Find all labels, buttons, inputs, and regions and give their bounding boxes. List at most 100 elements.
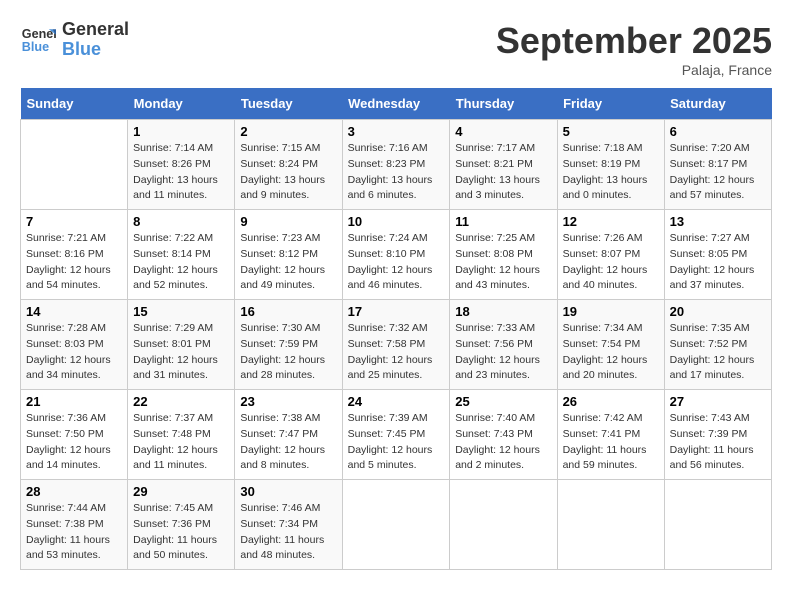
table-row: 17Sunrise: 7:32 AM Sunset: 7:58 PM Dayli… bbox=[342, 300, 450, 390]
day-info: Sunrise: 7:14 AM Sunset: 8:26 PM Dayligh… bbox=[133, 141, 229, 204]
table-row: 15 Sunrise: 7:29 AM Sunset: 8:01 PM Dayli… bbox=[128, 300, 235, 390]
day-info: Sunrise: 7:16 AM Sunset: 8:23 PM Dayligh… bbox=[348, 141, 445, 204]
day-info: Sunrise: 7:33 AM Sunset: 7:56 PM Dayligh… bbox=[455, 321, 551, 384]
svg-text:Blue: Blue bbox=[22, 40, 49, 54]
calendar-week-row: 7 Sunrise: 7:21 AM Sunset: 8:16 PM Daylig… bbox=[21, 210, 772, 300]
day-number: 30 bbox=[240, 484, 336, 499]
table-row: 30 Sunrise: 7:46 AM Sunset: 7:34 PM Dayli… bbox=[235, 480, 342, 570]
day-number: 4 bbox=[455, 124, 551, 139]
day-info: Sunrise: 7:35 AM Sunset: 7:52 PM Dayligh… bbox=[670, 321, 766, 384]
day-number: 24 bbox=[348, 394, 445, 409]
table-row: 9Sunrise: 7:23 AM Sunset: 8:12 PM Daylig… bbox=[235, 210, 342, 300]
table-row: 24 Sunrise: 7:39 AM Sunset: 7:45 PM Dayli… bbox=[342, 390, 450, 480]
day-number: 12 bbox=[563, 214, 659, 229]
day-number: 2 bbox=[240, 124, 336, 139]
calendar-week-row: 1 Sunrise: 7:14 AM Sunset: 8:26 PM Daylig… bbox=[21, 120, 772, 210]
day-number: 28 bbox=[26, 484, 122, 499]
day-info: Sunrise: 7:43 AM Sunset: 7:39 PM Dayligh… bbox=[670, 411, 766, 474]
day-number: 19 bbox=[563, 304, 659, 319]
location: Palaja, France bbox=[496, 62, 772, 78]
day-info: Sunrise: 7:34 AM Sunset: 7:54 PM Dayligh… bbox=[563, 321, 659, 384]
day-number: 25 bbox=[455, 394, 551, 409]
logo-icon: General Blue bbox=[20, 22, 56, 58]
table-row: 26 Sunrise: 7:42 AM Sunset: 7:41 PM Dayli… bbox=[557, 390, 664, 480]
header-tuesday: Tuesday bbox=[235, 88, 342, 120]
table-row bbox=[342, 480, 450, 570]
day-info: Sunrise: 7:18 AM Sunset: 8:19 PM Dayligh… bbox=[563, 141, 659, 204]
day-info: Sunrise: 7:21 AM Sunset: 8:16 PM Dayligh… bbox=[26, 231, 122, 294]
calendar-header-row: Sunday Monday Tuesday Wednesday Thursday… bbox=[21, 88, 772, 120]
table-row: 19 Sunrise: 7:34 AM Sunset: 7:54 PM Dayli… bbox=[557, 300, 664, 390]
table-row: 16 Sunrise: 7:30 AM Sunset: 7:59 PM Dayli… bbox=[235, 300, 342, 390]
table-row: 5Sunrise: 7:18 AM Sunset: 8:19 PM Daylig… bbox=[557, 120, 664, 210]
table-row: 10Sunrise: 7:24 AM Sunset: 8:10 PM Dayli… bbox=[342, 210, 450, 300]
day-number: 15 bbox=[133, 304, 229, 319]
day-number: 20 bbox=[670, 304, 766, 319]
header-sunday: Sunday bbox=[21, 88, 128, 120]
title-area: September 2025 Palaja, France bbox=[496, 20, 772, 78]
day-number: 18 bbox=[455, 304, 551, 319]
day-info: Sunrise: 7:24 AM Sunset: 8:10 PM Dayligh… bbox=[348, 231, 445, 294]
day-info: Sunrise: 7:45 AM Sunset: 7:36 PM Dayligh… bbox=[133, 501, 229, 564]
header-wednesday: Wednesday bbox=[342, 88, 450, 120]
day-info: Sunrise: 7:37 AM Sunset: 7:48 PM Dayligh… bbox=[133, 411, 229, 474]
table-row: 12 Sunrise: 7:26 AM Sunset: 8:07 PM Dayli… bbox=[557, 210, 664, 300]
day-number: 23 bbox=[240, 394, 336, 409]
table-row: 25 Sunrise: 7:40 AM Sunset: 7:43 PM Dayli… bbox=[450, 390, 557, 480]
calendar-week-row: 14 Sunrise: 7:28 AM Sunset: 8:03 PM Dayli… bbox=[21, 300, 772, 390]
day-number: 14 bbox=[26, 304, 122, 319]
day-info: Sunrise: 7:36 AM Sunset: 7:50 PM Dayligh… bbox=[26, 411, 122, 474]
day-info: Sunrise: 7:27 AM Sunset: 8:05 PM Dayligh… bbox=[670, 231, 766, 294]
day-info: Sunrise: 7:22 AM Sunset: 8:14 PM Dayligh… bbox=[133, 231, 229, 294]
day-info: Sunrise: 7:30 AM Sunset: 7:59 PM Dayligh… bbox=[240, 321, 336, 384]
day-info: Sunrise: 7:39 AM Sunset: 7:45 PM Dayligh… bbox=[348, 411, 445, 474]
day-info: Sunrise: 7:42 AM Sunset: 7:41 PM Dayligh… bbox=[563, 411, 659, 474]
calendar-week-row: 21Sunrise: 7:36 AM Sunset: 7:50 PM Dayli… bbox=[21, 390, 772, 480]
logo-text: GeneralBlue bbox=[62, 20, 129, 60]
table-row bbox=[557, 480, 664, 570]
header-monday: Monday bbox=[128, 88, 235, 120]
day-info: Sunrise: 7:29 AM Sunset: 8:01 PM Dayligh… bbox=[133, 321, 229, 384]
table-row bbox=[664, 480, 771, 570]
table-row bbox=[450, 480, 557, 570]
day-info: Sunrise: 7:40 AM Sunset: 7:43 PM Dayligh… bbox=[455, 411, 551, 474]
day-info: Sunrise: 7:15 AM Sunset: 8:24 PM Dayligh… bbox=[240, 141, 336, 204]
table-row: 11 Sunrise: 7:25 AM Sunset: 8:08 PM Dayli… bbox=[450, 210, 557, 300]
table-row: 27Sunrise: 7:43 AM Sunset: 7:39 PM Dayli… bbox=[664, 390, 771, 480]
day-number: 1 bbox=[133, 124, 229, 139]
day-number: 9 bbox=[240, 214, 336, 229]
table-row: 2 Sunrise: 7:15 AM Sunset: 8:24 PM Daylig… bbox=[235, 120, 342, 210]
table-row: 3 Sunrise: 7:16 AM Sunset: 8:23 PM Daylig… bbox=[342, 120, 450, 210]
table-row: 6Sunrise: 7:20 AM Sunset: 8:17 PM Daylig… bbox=[664, 120, 771, 210]
page-header: General Blue GeneralBlue September 2025 … bbox=[20, 20, 772, 78]
day-info: Sunrise: 7:38 AM Sunset: 7:47 PM Dayligh… bbox=[240, 411, 336, 474]
day-number: 16 bbox=[240, 304, 336, 319]
table-row: 22 Sunrise: 7:37 AM Sunset: 7:48 PM Dayli… bbox=[128, 390, 235, 480]
day-info: Sunrise: 7:26 AM Sunset: 8:07 PM Dayligh… bbox=[563, 231, 659, 294]
day-info: Sunrise: 7:46 AM Sunset: 7:34 PM Dayligh… bbox=[240, 501, 336, 564]
month-title: September 2025 bbox=[496, 20, 772, 62]
day-number: 3 bbox=[348, 124, 445, 139]
day-number: 26 bbox=[563, 394, 659, 409]
day-info: Sunrise: 7:17 AM Sunset: 8:21 PM Dayligh… bbox=[455, 141, 551, 204]
table-row: 1 Sunrise: 7:14 AM Sunset: 8:26 PM Daylig… bbox=[128, 120, 235, 210]
table-row bbox=[21, 120, 128, 210]
table-row: 29Sunrise: 7:45 AM Sunset: 7:36 PM Dayli… bbox=[128, 480, 235, 570]
day-number: 8 bbox=[133, 214, 229, 229]
day-number: 22 bbox=[133, 394, 229, 409]
day-info: Sunrise: 7:28 AM Sunset: 8:03 PM Dayligh… bbox=[26, 321, 122, 384]
day-number: 7 bbox=[26, 214, 122, 229]
table-row: 4 Sunrise: 7:17 AM Sunset: 8:21 PM Daylig… bbox=[450, 120, 557, 210]
table-row: 20 Sunrise: 7:35 AM Sunset: 7:52 PM Dayli… bbox=[664, 300, 771, 390]
table-row: 13 Sunrise: 7:27 AM Sunset: 8:05 PM Dayli… bbox=[664, 210, 771, 300]
day-info: Sunrise: 7:25 AM Sunset: 8:08 PM Dayligh… bbox=[455, 231, 551, 294]
day-number: 11 bbox=[455, 214, 551, 229]
calendar-table: Sunday Monday Tuesday Wednesday Thursday… bbox=[20, 88, 772, 570]
table-row: 7 Sunrise: 7:21 AM Sunset: 8:16 PM Daylig… bbox=[21, 210, 128, 300]
day-number: 13 bbox=[670, 214, 766, 229]
header-saturday: Saturday bbox=[664, 88, 771, 120]
header-friday: Friday bbox=[557, 88, 664, 120]
day-number: 17 bbox=[348, 304, 445, 319]
table-row: 23 Sunrise: 7:38 AM Sunset: 7:47 PM Dayli… bbox=[235, 390, 342, 480]
header-thursday: Thursday bbox=[450, 88, 557, 120]
